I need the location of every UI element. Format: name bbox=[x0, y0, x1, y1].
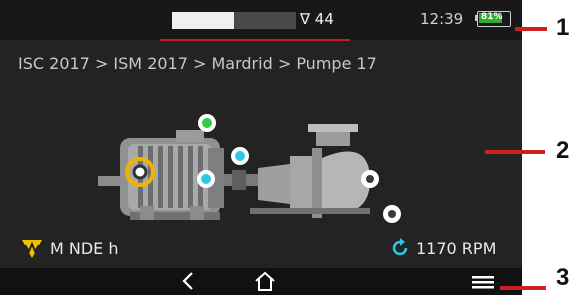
breadcrumb[interactable]: ISC 2017 > ISM 2017 > Mardrid > Pumpe 17 bbox=[18, 54, 377, 73]
rotation-icon bbox=[392, 238, 408, 256]
callout-number-1: 1 bbox=[556, 14, 570, 41]
status-accent-line bbox=[160, 39, 350, 41]
home-icon[interactable] bbox=[253, 270, 277, 292]
measurement-label: M NDE h bbox=[50, 239, 119, 258]
rpm-value: 1170 RPM bbox=[416, 239, 497, 258]
sensor-cyan-motor[interactable] bbox=[197, 170, 215, 188]
callout-line-2 bbox=[485, 150, 545, 154]
clock: 12:39 bbox=[420, 10, 464, 28]
callout-line-1 bbox=[515, 27, 547, 31]
hamburger-menu-icon[interactable] bbox=[470, 272, 496, 292]
chevron-left-icon[interactable] bbox=[178, 270, 198, 292]
sensor-white-pump[interactable] bbox=[361, 170, 379, 188]
callout-number-2: 2 bbox=[556, 137, 570, 164]
signal-strength-fill bbox=[172, 12, 234, 29]
battery-percent: 81% bbox=[481, 12, 503, 22]
callout-line-3 bbox=[500, 286, 546, 290]
vibration-icon bbox=[22, 240, 42, 258]
signal-value: ∇ 44 bbox=[300, 10, 334, 28]
signal-strength-bar bbox=[172, 12, 296, 29]
machine-diagram bbox=[98, 114, 401, 223]
pump-image bbox=[250, 124, 370, 218]
sensor-cyan-coupling[interactable] bbox=[231, 147, 249, 165]
sensor-green[interactable] bbox=[198, 114, 216, 132]
measurement-point[interactable]: M NDE h bbox=[22, 238, 119, 258]
status-bar: ∇ 44 12:39 81% bbox=[0, 0, 522, 41]
rpm-display[interactable]: 1170 RPM bbox=[390, 238, 496, 258]
battery-icon: 81% bbox=[475, 10, 513, 28]
callout-number-3: 3 bbox=[556, 264, 570, 291]
device-screen: ∇ 44 12:39 81% ISC 2017 > ISM 2017 > Mar… bbox=[0, 0, 522, 295]
sensor-white-base[interactable] bbox=[383, 205, 401, 223]
navigation-bar bbox=[0, 268, 522, 295]
